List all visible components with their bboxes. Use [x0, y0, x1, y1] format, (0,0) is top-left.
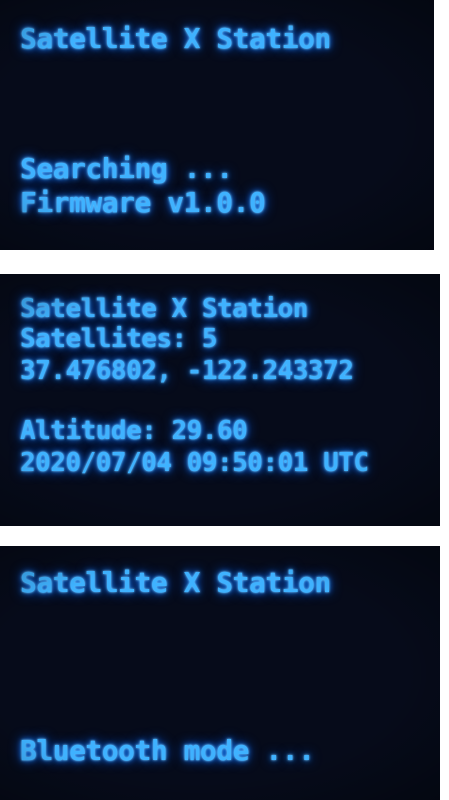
- screen-title: Satellite X Station: [20, 566, 331, 599]
- oled-screen-bluetooth: Satellite X Station Bluetooth mode ...: [0, 546, 440, 800]
- oled-screen-boot: Satellite X Station Searching ... Firmwa…: [0, 0, 434, 250]
- status-bluetooth-mode: Bluetooth mode ...: [20, 734, 315, 767]
- coordinates: 37.476802, -122.243372: [20, 356, 354, 386]
- satellite-count: Satellites: 5: [20, 324, 218, 354]
- screen-title: Satellite X Station: [20, 22, 331, 55]
- firmware-version: Firmware v1.0.0: [20, 186, 266, 219]
- status-searching: Searching ...: [20, 152, 233, 185]
- oled-photo-stack: Satellite X Station Searching ... Firmwa…: [0, 0, 449, 800]
- oled-screen-gps-fix: Satellite X Station Satellites: 5 37.476…: [0, 274, 440, 526]
- altitude: Altitude: 29.60: [20, 416, 248, 446]
- screen-title: Satellite X Station: [20, 294, 308, 324]
- utc-timestamp: 2020/07/04 09:50:01 UTC: [20, 448, 369, 478]
